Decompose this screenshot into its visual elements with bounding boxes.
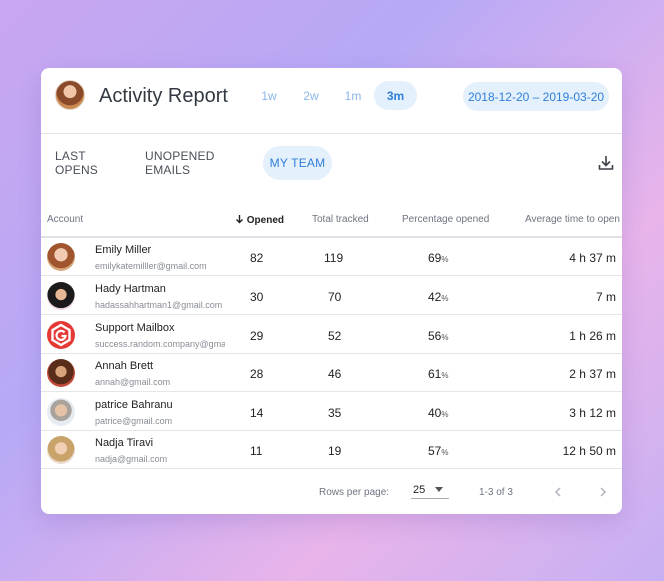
percent-sign: %: [441, 333, 449, 342]
rows-per-page-select[interactable]: 25: [411, 477, 449, 499]
account-name: Annah Brett: [95, 360, 154, 372]
account-email: hadassahhartman1@gmail.com: [95, 300, 223, 310]
report-tabs: LAST OPENS UNOPENED EMAILS MY TEAM: [41, 134, 622, 190]
table-row[interactable]: patrice Bahranu patrice@gmail.com 14 35 …: [41, 393, 622, 431]
download-icon[interactable]: [597, 154, 615, 172]
tab-my-team[interactable]: MY TEAM: [263, 146, 332, 180]
opened-count: 29: [250, 329, 264, 343]
percent-sign: %: [441, 448, 449, 457]
tab-unopened-emails[interactable]: UNOPENED EMAILS: [145, 146, 247, 180]
range-2w-button[interactable]: 2w: [299, 81, 323, 110]
percent-sign: %: [441, 371, 449, 380]
percentage-opened: 40%: [428, 406, 448, 420]
percentage-opened: 56%: [428, 329, 448, 343]
chevron-left-icon[interactable]: [551, 485, 565, 499]
avatar: [47, 321, 75, 349]
rows-per-page-label: Rows per page:: [319, 487, 390, 498]
column-average-time[interactable]: Average time to open: [525, 214, 620, 225]
opened-count: 30: [250, 290, 264, 304]
avatar: [47, 359, 75, 387]
column-account[interactable]: Account: [47, 214, 83, 225]
table-row[interactable]: Annah Brett annah@gmail.com 28 46 61% 2 …: [41, 354, 622, 392]
account-email: success.random.company@gma: [95, 339, 225, 349]
account-name: patrice Bahranu: [95, 399, 173, 411]
percent-sign: %: [441, 294, 449, 303]
report-header: Activity Report 1w 2w 1m 3m 2018-12-20 –…: [41, 68, 622, 134]
pagination-range: 1-3 of 3: [479, 487, 513, 498]
opened-count: 28: [250, 367, 264, 381]
percent-sign: %: [441, 255, 449, 264]
range-1m-button[interactable]: 1m: [341, 81, 365, 110]
page-title: Activity Report: [99, 85, 228, 107]
activity-report-card: Activity Report 1w 2w 1m 3m 2018-12-20 –…: [41, 68, 622, 514]
total-tracked: 70: [328, 290, 342, 304]
average-time: 7 m: [595, 290, 616, 304]
percentage-opened: 57%: [428, 444, 448, 458]
percentage-value: 69: [428, 251, 442, 265]
percentage-value: 56: [428, 329, 442, 343]
account-name: Emily Miller: [95, 244, 152, 256]
table-row[interactable]: Nadja Tiravi nadja@gmail.com 11 19 57% 1…: [41, 431, 622, 469]
column-total-tracked[interactable]: Total tracked: [312, 214, 369, 225]
table-header: Account Opened Total tracked Percentage …: [41, 200, 622, 238]
total-tracked: 119: [324, 251, 344, 265]
average-time: 12 h 50 m: [562, 444, 616, 458]
account-email: emilykatemilller@gmail.com: [95, 261, 207, 271]
user-avatar[interactable]: [55, 80, 85, 110]
percentage-opened: 61%: [428, 367, 448, 381]
account-name: Support Mailbox: [95, 322, 175, 334]
tab-last-opens[interactable]: LAST OPENS: [55, 146, 121, 180]
account-email: nadja@gmail.com: [95, 454, 168, 464]
account-email: annah@gmail.com: [95, 377, 171, 387]
support-mailbox-logo: [51, 323, 71, 347]
percentage-opened: 69%: [428, 251, 448, 265]
opened-count: 11: [250, 444, 263, 458]
avatar: [47, 398, 75, 426]
account-email: patrice@gmail.com: [95, 416, 173, 426]
total-tracked: 46: [328, 367, 342, 381]
percentage-value: 61: [428, 367, 442, 381]
chevron-right-icon[interactable]: [596, 485, 610, 499]
account-name: Nadja Tiravi: [95, 437, 154, 449]
account-name: Hady Hartman: [95, 283, 166, 295]
table-footer: Rows per page: 25 1-3 of 3: [41, 477, 622, 507]
avatar: [47, 436, 75, 464]
percentage-value: 42: [428, 290, 442, 304]
column-opened[interactable]: Opened: [235, 214, 284, 226]
percentage-value: 57: [428, 444, 442, 458]
column-percentage-opened[interactable]: Percentage opened: [402, 214, 489, 225]
average-time: 3 h 12 m: [569, 406, 616, 420]
rows-per-page-value: 25: [413, 484, 426, 496]
average-time: 4 h 37 m: [569, 251, 616, 265]
percentage-opened: 42%: [428, 290, 448, 304]
table-row[interactable]: Emily Miller emilykatemilller@gmail.com …: [41, 238, 622, 276]
percentage-value: 40: [428, 406, 442, 420]
column-opened-label: Opened: [246, 215, 285, 226]
arrow-down-icon: [236, 215, 243, 224]
date-range-button[interactable]: 2018-12-20 – 2019-03-20: [463, 82, 609, 111]
avatar: [47, 282, 75, 310]
opened-count: 82: [250, 251, 264, 265]
total-tracked: 52: [328, 329, 342, 343]
table-row[interactable]: Support Mailbox success.random.company@g…: [41, 316, 622, 354]
average-time: 1 h 26 m: [569, 329, 616, 343]
total-tracked: 19: [328, 444, 342, 458]
opened-count: 14: [250, 406, 264, 420]
table-row[interactable]: Hady Hartman hadassahhartman1@gmail.com …: [41, 277, 622, 315]
average-time: 2 h 37 m: [569, 367, 616, 381]
range-1w-button[interactable]: 1w: [257, 81, 281, 110]
avatar: [47, 243, 75, 271]
caret-down-icon: [435, 487, 443, 492]
total-tracked: 35: [328, 406, 342, 420]
percent-sign: %: [441, 410, 449, 419]
range-3m-button[interactable]: 3m: [374, 81, 417, 110]
